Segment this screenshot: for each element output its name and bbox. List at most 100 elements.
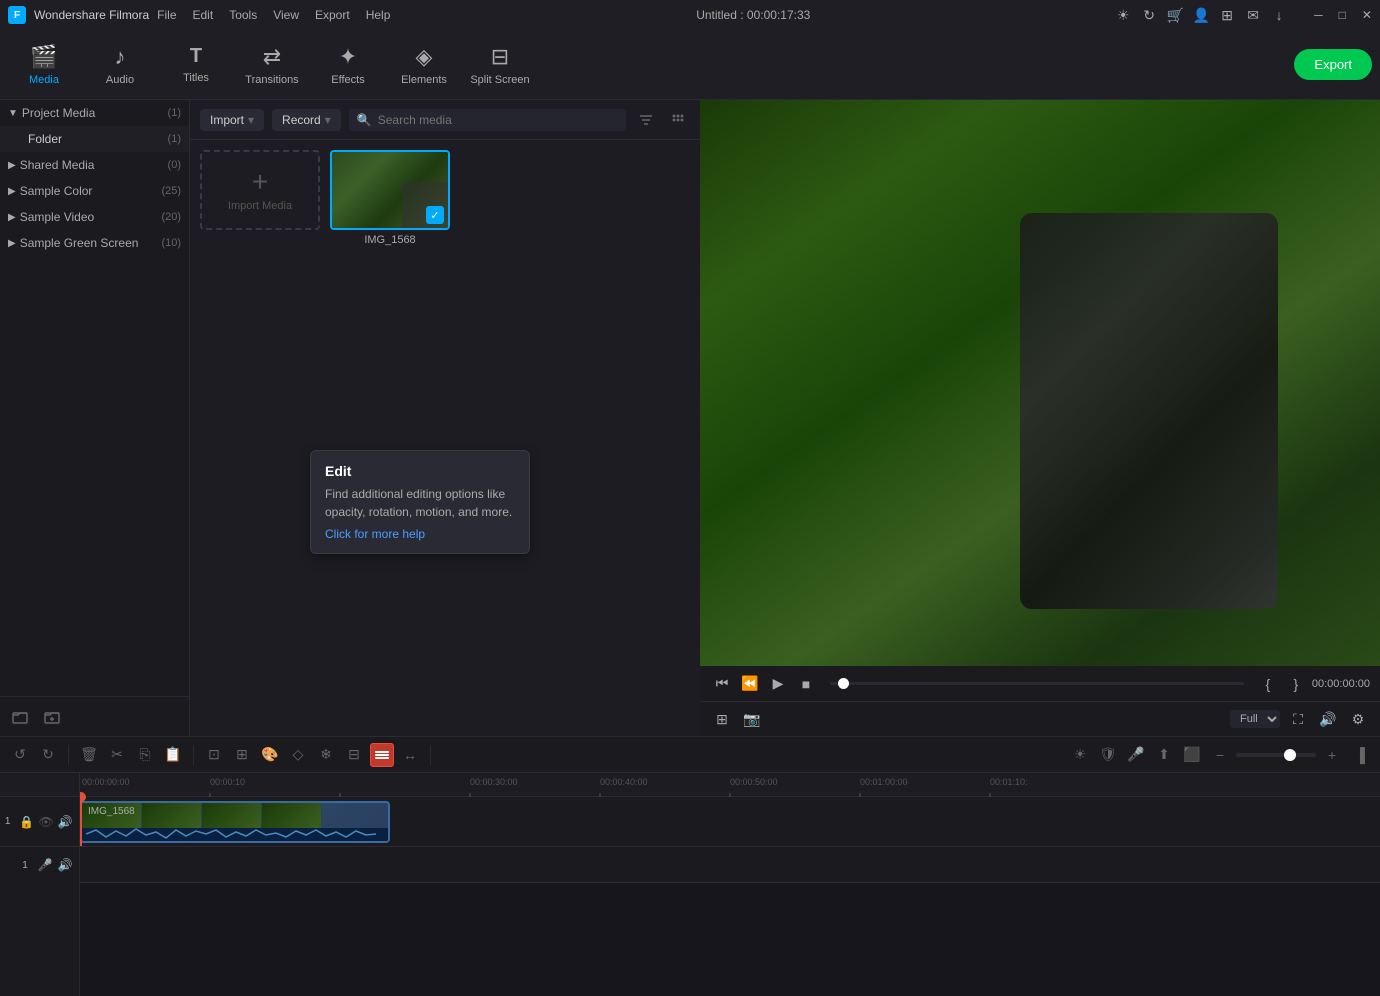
preview-play-btn[interactable]: ▶ [766, 672, 790, 696]
download-icon[interactable]: ↓ [1272, 8, 1286, 22]
sun-icon[interactable]: ☀ [1116, 8, 1130, 22]
sample-video-label: Sample Video [20, 210, 162, 224]
track-audio-btn[interactable]: 🔊 [58, 814, 73, 830]
timeline-redo-btn[interactable]: ↻ [36, 743, 60, 767]
preview-bracket-left[interactable]: { [1256, 672, 1280, 696]
tree-folder[interactable]: Folder (1) [0, 126, 189, 152]
timeline-shield-btn[interactable]: 🛡 [1096, 743, 1120, 767]
filter-button[interactable] [634, 108, 658, 132]
shared-media-count: (0) [168, 159, 181, 171]
timeline-minus-btn[interactable]: − [1208, 743, 1232, 767]
grid-view-button[interactable] [666, 108, 690, 132]
account-icon[interactable]: 👤 [1194, 8, 1208, 22]
timeline-clip[interactable]: IMG_1568 [80, 801, 390, 843]
menu-export[interactable]: Export [315, 8, 350, 22]
preview-volume-btn[interactable]: 🔊 [1316, 707, 1340, 731]
titles-label: Titles [183, 72, 209, 84]
toolbar-transitions[interactable]: ⇄ Transitions [236, 34, 308, 96]
elements-label: Elements [401, 74, 447, 86]
timeline-edit-btn[interactable] [370, 743, 394, 767]
export-button[interactable]: Export [1294, 49, 1372, 80]
toolbar-elements[interactable]: ◈ Elements [388, 34, 460, 96]
toolbar-titles[interactable]: T Titles [160, 34, 232, 96]
timeline-copy-btn[interactable]: ⎘ [133, 743, 157, 767]
add-folder-button[interactable] [8, 705, 32, 729]
timeline-mic-btn[interactable]: 🎤 [1124, 743, 1148, 767]
menu-edit[interactable]: Edit [193, 8, 214, 22]
timeline-split-btn[interactable]: ⊟ [342, 743, 366, 767]
search-input[interactable] [378, 113, 618, 127]
refresh-icon[interactable]: ↻ [1142, 8, 1156, 22]
timeline-keyframe-btn[interactable]: ◇ [286, 743, 310, 767]
new-folder-button[interactable] [40, 705, 64, 729]
media-icon: 🎬 [30, 44, 57, 70]
store-icon[interactable]: 🛒 [1168, 8, 1182, 22]
preview-fullscreen-btn[interactable]: ⛶ [1286, 707, 1310, 731]
toolbar-split-screen[interactable]: ⊟ Split Screen [464, 34, 536, 96]
import-placeholder[interactable]: + Import Media [200, 150, 320, 230]
minimize-btn[interactable]: ─ [1314, 8, 1323, 22]
toolbar-effects[interactable]: ✦ Effects [312, 34, 384, 96]
record-button[interactable]: Record ▾ [272, 109, 341, 131]
timeline-paste-btn[interactable]: 📋 [161, 743, 185, 767]
preview-pip-btn[interactable]: ⊞ [710, 707, 734, 731]
timeline-delete-btn[interactable]: 🗑 [77, 743, 101, 767]
zoom-slider[interactable] [1236, 753, 1316, 757]
color-arrow: ▶ [8, 186, 16, 197]
tree-project-media[interactable]: ▼ Project Media (1) [0, 100, 189, 126]
main-content: ▼ Project Media (1) Folder (1) ▶ Shared … [0, 100, 1380, 736]
plus-icon: + [252, 168, 268, 196]
tooltip-link[interactable]: Click for more help [325, 527, 425, 541]
clip-label: IMG_1568 [88, 806, 135, 817]
preview-settings-btn[interactable]: ⚙ [1346, 707, 1370, 731]
preview-bracket-right[interactable]: } [1284, 672, 1308, 696]
tree-sample-video[interactable]: ▶ Sample Video (20) [0, 204, 189, 230]
track-eye-btn[interactable]: 👁 [39, 814, 54, 830]
timeline-sun-btn[interactable]: ☀ [1068, 743, 1092, 767]
media-item[interactable]: ✓ IMG_1568 [330, 150, 450, 246]
folder-count: (1) [168, 133, 181, 145]
preview-skip-start-btn[interactable]: ⏮ [710, 672, 734, 696]
tree-sample-green[interactable]: ▶ Sample Green Screen (10) [0, 230, 189, 256]
timeline-cursor [80, 797, 82, 846]
timeline-audio-stretch-btn[interactable]: ↔ [398, 743, 422, 767]
menu-file[interactable]: File [157, 8, 176, 22]
audio-track-mic[interactable]: 🎤 [37, 857, 53, 873]
menu-help[interactable]: Help [366, 8, 391, 22]
import-button[interactable]: Import ▾ [200, 109, 264, 131]
close-btn[interactable]: ✕ [1362, 8, 1372, 22]
media-item-name: IMG_1568 [330, 234, 450, 246]
tree-shared-media[interactable]: ▶ Shared Media (0) [0, 152, 189, 178]
media-toolbar: Import ▾ Record ▾ 🔍 [190, 100, 700, 140]
timeline-cut-btn[interactable]: ✂ [105, 743, 129, 767]
timeline-color-btn[interactable]: 🎨 [258, 743, 282, 767]
media-thumbnail: ✓ [330, 150, 450, 230]
timeline-crop-btn[interactable]: ⊞ [230, 743, 254, 767]
maximize-btn[interactable]: □ [1339, 8, 1346, 22]
effects-icon: ✦ [339, 44, 357, 70]
timeline-plus-btn[interactable]: + [1320, 743, 1344, 767]
toolbar-audio[interactable]: ♪ Audio [84, 34, 156, 96]
timeline-ruler[interactable]: 00:00:00:00 00:00:10 00:00:30:00 00:00:4… [80, 773, 1380, 797]
menu-tools[interactable]: Tools [229, 8, 257, 22]
track-lock-btn[interactable]: 🔒 [19, 814, 34, 830]
menu-view[interactable]: View [273, 8, 299, 22]
quality-selector[interactable]: Full 1/2 1/4 [1230, 710, 1280, 728]
timeline-freeze-btn[interactable]: ❄ [314, 743, 338, 767]
preview-stop-btn[interactable]: ■ [794, 672, 818, 696]
timeline-undo-btn[interactable]: ↺ [8, 743, 32, 767]
edit-tooltip: Edit Find additional editing options lik… [310, 450, 530, 554]
timeline-add-track-btn[interactable]: ▐ [1348, 743, 1372, 767]
preview-step-back-btn[interactable]: ⏪ [738, 672, 762, 696]
layout-icon[interactable]: ⊞ [1220, 8, 1234, 22]
preview-timeline-slider[interactable] [830, 682, 1244, 685]
mail-icon[interactable]: ✉ [1246, 8, 1260, 22]
timeline-zoom-fit-btn[interactable]: ⊡ [202, 743, 226, 767]
toolbar-media[interactable]: 🎬 Media [8, 34, 80, 96]
tree-sample-color[interactable]: ▶ Sample Color (25) [0, 178, 189, 204]
preview-screenshot-btn[interactable]: 📷 [740, 707, 764, 731]
timeline-export-clip-btn[interactable]: ⬛ [1180, 743, 1204, 767]
audio-track-vol[interactable]: 🔊 [57, 857, 73, 873]
media-tree: ▼ Project Media (1) Folder (1) ▶ Shared … [0, 100, 189, 696]
timeline-import-btn[interactable]: ⬆ [1152, 743, 1176, 767]
